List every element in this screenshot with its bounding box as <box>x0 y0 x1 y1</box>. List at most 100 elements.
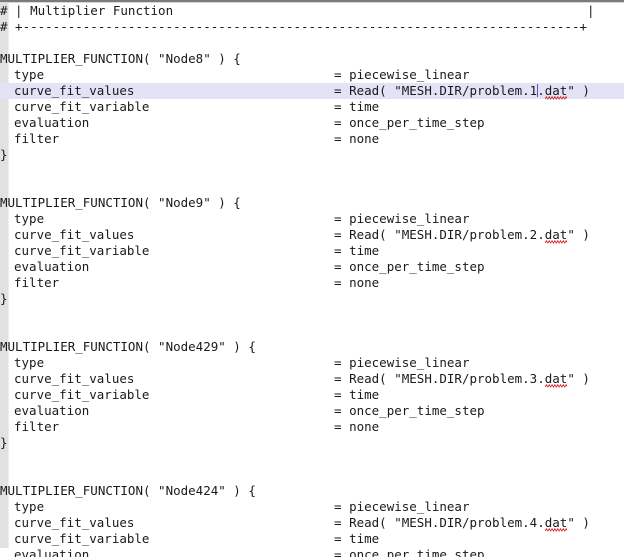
banner-rule-line[interactable]: # +-------------------------------------… <box>0 19 624 35</box>
property-equals: = <box>334 275 350 290</box>
property-key-curve_fit_values: curve_fit_values <box>14 371 135 386</box>
property-key-filter: filter <box>14 131 60 146</box>
banner-title-line[interactable]: # | Multiplier Function | <box>0 3 624 19</box>
block-open-line-Node9[interactable]: MULTIPLIER_FUNCTION( "Node9" ) { <box>0 195 624 211</box>
property-equals: = <box>334 131 350 146</box>
block-close-line-Node9[interactable]: } <box>0 291 624 307</box>
misspelled-word-dat: dat <box>544 83 568 100</box>
property-value-type: piecewise_linear <box>349 67 470 82</box>
property-key-curve_fit_values: curve_fit_values <box>14 83 135 98</box>
property-value-type: piecewise_linear <box>349 211 470 226</box>
block-open-line-Node424[interactable]: MULTIPLIER_FUNCTION( "Node424" ) { <box>0 483 624 499</box>
property-line-Node9-type[interactable]: type = piecewise_linear <box>0 211 624 227</box>
property-line-Node8-evaluation[interactable]: evaluation = once_per_time_step <box>0 115 624 131</box>
property-line-Node8-filter[interactable]: filter = none <box>0 131 624 147</box>
misspelled-word-dat: dat <box>544 515 568 532</box>
property-key-curve_fit_values: curve_fit_values <box>14 515 135 530</box>
property-key-evaluation: evaluation <box>14 259 90 274</box>
property-line-Node9-curve_fit_values[interactable]: curve_fit_values = Read( "MESH.DIR/proble… <box>0 227 624 244</box>
property-line-Node424-curve_fit_values[interactable]: curve_fit_values = Read( "MESH.DIR/proble… <box>0 515 624 532</box>
property-value-suffix: " ) <box>567 515 590 530</box>
block-open-text: MULTIPLIER_FUNCTION( "Node429" ) { <box>0 339 256 354</box>
property-line-Node8-curve_fit_values[interactable]: curve_fit_values = Read( "MESH.DIR/proble… <box>0 83 624 100</box>
property-value-type: piecewise_linear <box>349 499 470 514</box>
property-line-Node8-type[interactable]: type = piecewise_linear <box>0 67 624 83</box>
property-equals: = <box>334 387 350 402</box>
block-open-line-Node8[interactable]: MULTIPLIER_FUNCTION( "Node8" ) { <box>0 51 624 67</box>
block-open-text: MULTIPLIER_FUNCTION( "Node8" ) { <box>0 51 241 66</box>
property-equals: = <box>334 515 350 530</box>
editor-code-area[interactable]: # | Multiplier Function | # +------------… <box>0 3 624 557</box>
property-equals: = <box>334 243 350 258</box>
property-key-curve_fit_variable: curve_fit_variable <box>14 531 150 546</box>
property-value-curve_fit_variable: time <box>349 99 380 114</box>
block-close-text: } <box>0 291 8 306</box>
property-equals: = <box>334 67 350 82</box>
property-key-type: type <box>14 499 45 514</box>
block-open-text: MULTIPLIER_FUNCTION( "Node9" ) { <box>0 195 241 210</box>
property-value-suffix: " ) <box>567 227 590 242</box>
property-line-Node429-curve_fit_values[interactable]: curve_fit_values = Read( "MESH.DIR/proble… <box>0 371 624 388</box>
property-value-type: piecewise_linear <box>349 355 470 370</box>
block-close-text: } <box>0 147 8 162</box>
property-key-curve_fit_variable: curve_fit_variable <box>14 243 150 258</box>
property-equals: = <box>334 499 350 514</box>
block-close-text: } <box>0 435 8 450</box>
property-line-Node8-curve_fit_variable[interactable]: curve_fit_variable = time <box>0 99 624 115</box>
property-equals: = <box>334 227 350 242</box>
property-key-type: type <box>14 67 45 82</box>
property-equals: = <box>334 211 350 226</box>
property-value-prefix: Read( "MESH.DIR/problem.1 <box>349 83 538 98</box>
property-line-Node9-curve_fit_variable[interactable]: curve_fit_variable = time <box>0 243 624 259</box>
property-equals: = <box>334 115 350 130</box>
property-line-Node424-curve_fit_variable[interactable]: curve_fit_variable = time <box>0 531 624 547</box>
property-equals: = <box>334 419 350 434</box>
property-equals: = <box>334 83 350 98</box>
block-close-line-Node8[interactable]: } <box>0 147 624 163</box>
property-value-prefix: Read( "MESH.DIR/problem.3 <box>349 371 538 386</box>
property-value-dot: . <box>537 515 545 530</box>
property-key-evaluation: evaluation <box>14 547 90 557</box>
property-value-suffix: " ) <box>567 371 590 386</box>
property-value-curve_fit_variable: time <box>349 531 380 546</box>
banner-rule-text: # +-------------------------------------… <box>0 19 587 34</box>
property-key-filter: filter <box>14 419 60 434</box>
property-line-Node429-evaluation[interactable]: evaluation = once_per_time_step <box>0 403 624 419</box>
property-value-filter: none <box>349 275 380 290</box>
property-key-curve_fit_variable: curve_fit_variable <box>14 387 150 402</box>
property-value-dot: . <box>537 227 545 242</box>
property-line-Node9-filter[interactable]: filter = none <box>0 275 624 291</box>
property-value-evaluation: once_per_time_step <box>349 259 485 274</box>
property-value-evaluation: once_per_time_step <box>349 403 485 418</box>
text-editor-window: # | Multiplier Function | # +------------… <box>0 0 624 557</box>
property-value-curve_fit_variable: time <box>349 243 380 258</box>
property-key-curve_fit_values: curve_fit_values <box>14 227 135 242</box>
property-line-Node429-filter[interactable]: filter = none <box>0 419 624 435</box>
property-value-dot: . <box>537 83 545 98</box>
property-line-Node424-type[interactable]: type = piecewise_linear <box>0 499 624 515</box>
property-equals: = <box>334 259 350 274</box>
property-value-evaluation: once_per_time_step <box>349 115 485 130</box>
block-close-line-Node429[interactable]: } <box>0 435 624 451</box>
property-equals: = <box>334 547 350 557</box>
property-value-suffix: " ) <box>567 83 590 98</box>
misspelled-word-dat: dat <box>544 227 568 244</box>
property-key-filter: filter <box>14 275 60 290</box>
property-line-Node429-curve_fit_variable[interactable]: curve_fit_variable = time <box>0 387 624 403</box>
property-line-Node429-type[interactable]: type = piecewise_linear <box>0 355 624 371</box>
property-key-evaluation: evaluation <box>14 115 90 130</box>
property-key-type: type <box>14 355 45 370</box>
property-value-prefix: Read( "MESH.DIR/problem.4 <box>349 515 538 530</box>
property-line-Node424-evaluation[interactable]: evaluation = once_per_time_step <box>0 547 624 557</box>
property-key-type: type <box>14 211 45 226</box>
property-line-Node9-evaluation[interactable]: evaluation = once_per_time_step <box>0 259 624 275</box>
text-caret <box>537 84 539 97</box>
block-open-line-Node429[interactable]: MULTIPLIER_FUNCTION( "Node429" ) { <box>0 339 624 355</box>
banner-title-text: # | Multiplier Function | <box>0 3 595 18</box>
property-equals: = <box>334 531 350 546</box>
